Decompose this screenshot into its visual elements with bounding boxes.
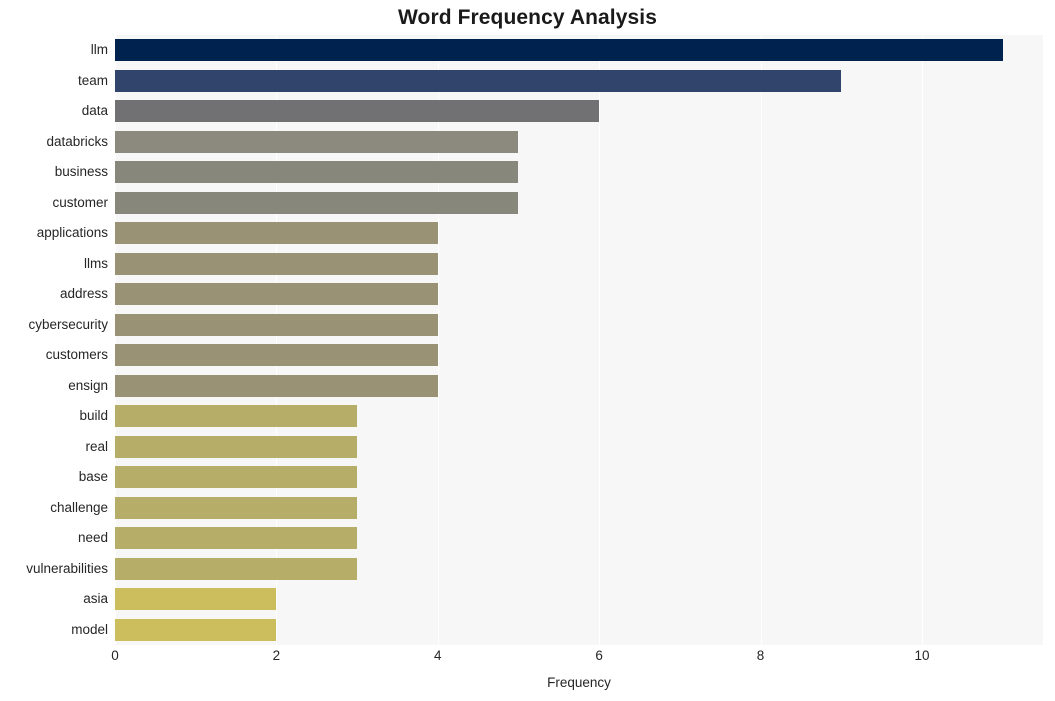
bar[interactable] [115, 405, 358, 428]
x-axis-title: Frequency [547, 675, 611, 690]
bar[interactable] [115, 527, 358, 550]
y-axis-label-ensign: ensign [68, 377, 108, 393]
bar[interactable] [115, 283, 438, 306]
bar[interactable] [115, 313, 438, 336]
bar[interactable] [115, 252, 438, 275]
y-axis-label-need: need [77, 530, 108, 546]
y-axis-label-customers: customers [45, 347, 108, 363]
y-axis-label-business: business [54, 164, 108, 180]
bar[interactable] [115, 161, 519, 184]
bar[interactable] [115, 191, 519, 214]
y-axis-label-vulnerabilities: vulnerabilities [26, 560, 108, 576]
bar[interactable] [115, 435, 358, 458]
bar[interactable] [115, 39, 1003, 62]
y-axis-label-data: data [81, 103, 108, 119]
chart-title: Word Frequency Analysis [397, 6, 658, 29]
bar[interactable] [115, 374, 438, 397]
x-axis-tick-4: 4 [434, 648, 442, 663]
bar[interactable] [115, 588, 277, 611]
y-axis-label-applications: applications [36, 225, 108, 241]
word-frequency-chart: Word Frequency Analysis llm team data datab… [0, 0, 1055, 701]
y-axis-label-databricks: databricks [46, 133, 108, 149]
bars-layer [115, 35, 1043, 645]
bar[interactable] [115, 222, 438, 245]
bar[interactable] [115, 130, 519, 153]
y-axis-label-llm: llm [90, 42, 108, 58]
bar[interactable] [115, 344, 438, 367]
y-axis-label-real: real [85, 438, 108, 454]
y-axis-label-challenge: challenge [50, 499, 108, 515]
y-axis-label-build: build [79, 408, 108, 424]
y-axis-label-address: address [59, 286, 108, 302]
x-axis-tick-8: 8 [756, 648, 765, 663]
bar[interactable] [115, 618, 277, 641]
y-axis-label-customer: customer [52, 194, 108, 210]
y-axis-label-team: team [77, 72, 108, 88]
x-axis-tick-0: 0 [111, 648, 119, 663]
y-axis-label-base: base [78, 469, 108, 485]
plot-area [115, 35, 1043, 645]
y-axis-label-cybersecurity: cybersecurity [28, 316, 108, 332]
y-axis-tick-labels: llm team data databricks business customer app… [0, 35, 108, 645]
x-axis-tick-6: 6 [595, 648, 603, 663]
y-axis-label-llms: llms [84, 255, 108, 271]
y-axis-label-asia: asia [83, 591, 108, 607]
bar[interactable] [115, 100, 600, 123]
y-axis-label-model: model [71, 621, 108, 637]
x-axis-tick-10: 10 [914, 648, 930, 663]
bar[interactable] [115, 557, 358, 580]
bar[interactable] [115, 69, 842, 92]
x-axis-tick-2: 2 [272, 648, 281, 663]
x-axis-tick-labels: 0 2 4 6 8 10 [0, 648, 1055, 672]
bar[interactable] [115, 466, 358, 489]
bar[interactable] [115, 496, 358, 519]
